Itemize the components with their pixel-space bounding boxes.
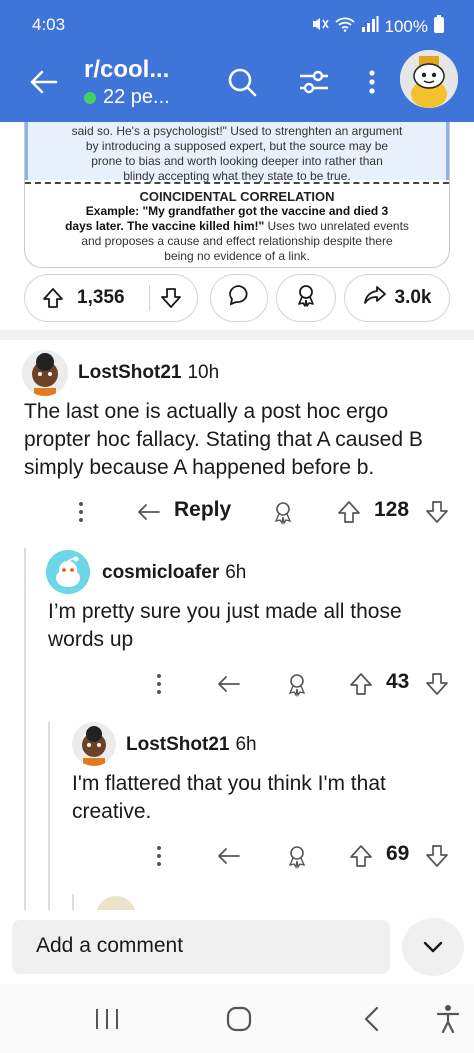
reply-icon[interactable] bbox=[216, 671, 242, 697]
comment-age: 6h bbox=[225, 562, 247, 583]
downvote-icon[interactable] bbox=[424, 843, 450, 869]
avatar[interactable] bbox=[46, 550, 90, 594]
members-count: 22 pe... bbox=[103, 86, 170, 108]
author-name[interactable]: LostShot21 bbox=[126, 734, 229, 755]
comment-actions: Reply 128 bbox=[24, 492, 454, 532]
reply-button[interactable]: Reply bbox=[174, 498, 231, 522]
award-button[interactable] bbox=[276, 274, 336, 322]
upvote-icon[interactable] bbox=[348, 843, 374, 869]
subreddit-title[interactable]: r/cool... bbox=[84, 56, 169, 84]
filter-icon[interactable] bbox=[296, 64, 332, 100]
status-time: 4:03 bbox=[32, 15, 66, 34]
more-options-icon[interactable] bbox=[146, 671, 172, 697]
award-icon bbox=[294, 283, 318, 313]
back-arrow-icon[interactable] bbox=[26, 64, 62, 100]
signal-icon bbox=[361, 16, 379, 37]
award-icon[interactable] bbox=[284, 671, 310, 697]
status-bar: 4:03 100% bbox=[0, 0, 474, 50]
comment-actions: 43 bbox=[48, 664, 454, 704]
status-icons: 100% bbox=[311, 15, 444, 38]
author-name[interactable]: LostShot21 bbox=[78, 362, 181, 383]
collapse-button[interactable] bbox=[402, 918, 464, 976]
comment-author[interactable]: LostShot21 10h bbox=[78, 362, 219, 384]
card-text-line: and proposes a cause and effect relation… bbox=[81, 234, 393, 248]
example-text: "My grandfather got the vaccine and died… bbox=[142, 204, 389, 218]
card-text-line: by introducing a supposed expert, but th… bbox=[85, 139, 389, 153]
downvote-icon[interactable] bbox=[159, 286, 183, 316]
comment-icon bbox=[227, 283, 251, 313]
more-options-icon[interactable] bbox=[68, 499, 94, 525]
card-text-line: Uses two unrelated events bbox=[264, 219, 409, 233]
reply-icon[interactable] bbox=[216, 843, 242, 869]
comment-body: I'm flattered that you think I'm that cr… bbox=[72, 772, 386, 823]
home-icon[interactable] bbox=[226, 1006, 252, 1037]
comment-age: 6h bbox=[235, 734, 257, 755]
avatar[interactable] bbox=[22, 350, 68, 396]
back-icon[interactable] bbox=[362, 1006, 382, 1037]
mute-icon bbox=[311, 16, 329, 37]
thread-line[interactable] bbox=[48, 722, 50, 910]
comment-composer: Add a comment bbox=[0, 910, 474, 984]
post-action-row: 1,356 3.0k bbox=[0, 272, 474, 326]
comment-actions: 69 bbox=[72, 836, 454, 876]
recent-apps-icon[interactable] bbox=[94, 1008, 120, 1035]
thread-line[interactable] bbox=[72, 894, 74, 910]
downvote-icon[interactable] bbox=[424, 499, 450, 525]
card-text-line: prone to bias and worth looking deeper i… bbox=[91, 154, 383, 168]
add-comment-input[interactable]: Add a comment bbox=[12, 920, 390, 974]
comment-age: 10h bbox=[187, 362, 220, 383]
avatar[interactable] bbox=[72, 722, 116, 766]
more-options-icon[interactable] bbox=[146, 843, 172, 869]
card-heading: COINCIDENTAL CORRELATION bbox=[139, 189, 335, 204]
wifi-icon bbox=[334, 16, 355, 37]
comment-vote-count: 128 bbox=[374, 498, 410, 521]
reply-icon[interactable] bbox=[136, 499, 162, 525]
award-icon[interactable] bbox=[284, 843, 310, 869]
system-nav-bar bbox=[0, 984, 474, 1053]
post-vote-count: 1,356 bbox=[77, 287, 125, 308]
comment-body: I’m pretty sure you just made all those … bbox=[48, 600, 402, 651]
accessibility-icon[interactable] bbox=[436, 1004, 460, 1039]
post-image-card[interactable]: said so. He's a psychologist!" Used to s… bbox=[24, 122, 450, 268]
thread-line[interactable] bbox=[24, 548, 26, 910]
fallacy-block-authority: said so. He's a psychologist!" Used to s… bbox=[25, 122, 449, 183]
comment-author[interactable]: cosmicloafer 6h bbox=[102, 562, 246, 584]
section-divider bbox=[0, 330, 474, 340]
comment-button[interactable] bbox=[210, 274, 268, 322]
card-text-line: said so. He's a psychologist!" Used to s… bbox=[71, 124, 403, 138]
vote-pill: 1,356 bbox=[24, 274, 198, 322]
comment-body: The last one is actually a post hoc ergo… bbox=[24, 400, 423, 479]
vote-divider bbox=[149, 285, 150, 311]
example-label: Example: bbox=[85, 204, 140, 218]
card-text-line: being no evidence of a link. bbox=[164, 249, 310, 263]
online-members: 22 pe... bbox=[84, 86, 170, 109]
share-button[interactable]: 3.0k bbox=[344, 274, 450, 322]
upvote-icon[interactable] bbox=[336, 499, 362, 525]
fallacy-block-correlation: Example: "My grandfather got the vaccine… bbox=[25, 204, 449, 264]
comment-vote-count: 43 bbox=[386, 670, 410, 693]
app-bar: r/cool... 22 pe... bbox=[0, 50, 474, 122]
online-dot-icon bbox=[84, 91, 96, 104]
user-avatar[interactable] bbox=[400, 50, 458, 108]
example-text: days later. The vaccine killed him!" bbox=[65, 219, 265, 233]
upvote-icon[interactable] bbox=[41, 286, 65, 316]
battery-percent: 100% bbox=[384, 16, 428, 36]
share-icon bbox=[363, 283, 387, 313]
author-name[interactable]: cosmicloafer bbox=[102, 562, 219, 583]
upvote-icon[interactable] bbox=[348, 671, 374, 697]
battery-icon bbox=[434, 15, 444, 38]
comment-author[interactable]: LostShot21 6h bbox=[126, 734, 257, 756]
share-count: 3.0k bbox=[394, 287, 432, 308]
comment-vote-count: 69 bbox=[386, 842, 410, 865]
search-icon[interactable] bbox=[224, 64, 260, 100]
award-icon[interactable] bbox=[270, 499, 296, 525]
downvote-icon[interactable] bbox=[424, 671, 450, 697]
more-options-icon[interactable] bbox=[362, 64, 382, 100]
